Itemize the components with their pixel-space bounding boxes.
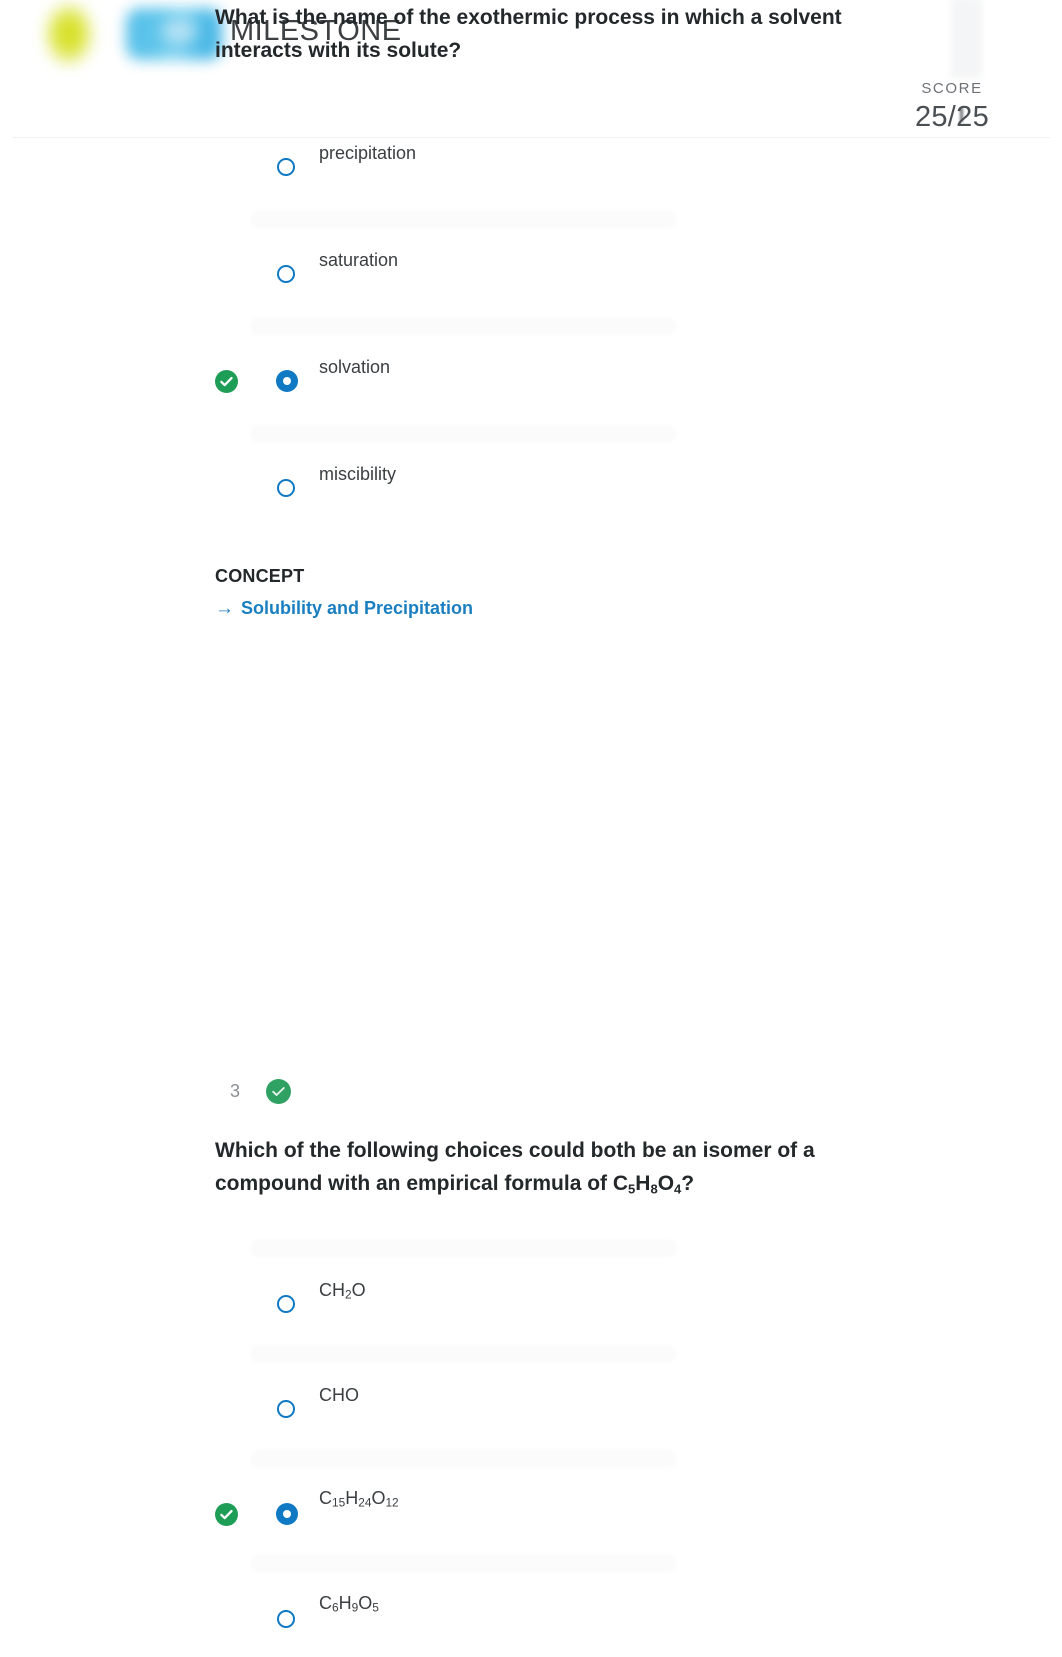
concept-link[interactable]: → Solubility and Precipitation (215, 598, 473, 619)
question-3-text-part1: Which of the following choices could bot… (215, 1139, 815, 1195)
concept-heading: CONCEPT (215, 566, 305, 586)
option-label: CHO (319, 1385, 359, 1405)
brand-logo-blue-highlight (162, 20, 196, 42)
option-row[interactable]: solvation (0, 352, 1062, 459)
score-value: 25/25 (914, 101, 990, 133)
radio-c6h9o5[interactable] (277, 1610, 295, 1628)
brand-logo-yellow-mark (44, 2, 94, 66)
option-row[interactable]: miscibility (0, 459, 1062, 519)
question-3-text: Which of the following choices could bot… (215, 1134, 855, 1205)
option-row[interactable]: C15H24O12 (0, 1447, 1062, 1552)
question-number: 3 (230, 1081, 241, 1101)
answer-options-question-3: CH2O CHO C15H24O12 C6H9O5 (0, 1237, 1062, 1657)
option-label: precipitation (319, 143, 417, 163)
option-row[interactable]: C6H9O5 (0, 1552, 1062, 1657)
correct-answer-badge (215, 1503, 238, 1526)
radio-solvation[interactable] (276, 370, 298, 392)
answer-options-previous: precipitation saturation solvation misci… (0, 138, 1062, 519)
question-status-badge (266, 1079, 292, 1104)
option-label: solvation (319, 357, 391, 377)
option-row[interactable]: precipitation (0, 138, 1062, 245)
option-separator-band (252, 1346, 675, 1361)
header-ghost-element (951, 0, 982, 78)
radio-miscibility[interactable] (277, 479, 295, 497)
radio-ch2o[interactable] (277, 1295, 295, 1313)
option-row[interactable]: saturation (0, 245, 1062, 352)
option-separator-band (252, 426, 675, 441)
radio-saturation[interactable] (277, 265, 295, 283)
option-label: miscibility (319, 464, 397, 484)
radio-precipitation[interactable] (277, 158, 295, 176)
question-previous-block: precipitation saturation solvation misci… (0, 138, 1062, 618)
option-separator-band (252, 319, 675, 334)
concept-link-label: Solubility and Precipitation (241, 598, 474, 618)
score-display: SCORE 25/25 (872, 80, 1032, 134)
check-icon (272, 1087, 285, 1096)
question-3-header: 3 (230, 1079, 292, 1104)
question-3-text-part2: H (635, 1172, 651, 1195)
correct-answer-badge (215, 370, 238, 393)
previous-question-text: What is the name of the exothermic proce… (215, 6, 842, 62)
results-content: precipitation saturation solvation misci… (0, 138, 1062, 1628)
check-icon (220, 376, 233, 387)
option-separator-band (252, 1556, 675, 1571)
option-row[interactable]: CH2O (0, 1237, 1062, 1342)
question-3-sub2: 8 (650, 1181, 658, 1197)
concept-section: CONCEPT → Solubility and Precipitation (215, 566, 473, 619)
question-3-text-part4: ? (681, 1172, 695, 1195)
question-3-text-part3: O (657, 1172, 675, 1195)
check-icon (220, 1509, 233, 1520)
option-separator-band (252, 212, 675, 227)
score-label: SCORE (921, 80, 983, 97)
radio-c15h24o12[interactable] (276, 1503, 298, 1525)
option-label: C15H24O12 (319, 1488, 399, 1510)
radio-cho[interactable] (277, 1400, 295, 1418)
arrow-right-icon: → (215, 598, 234, 619)
header-divider (12, 137, 1050, 138)
option-row[interactable]: CHO (0, 1342, 1062, 1447)
option-label: saturation (319, 250, 399, 270)
option-label: C6H9O5 (319, 1593, 379, 1615)
option-separator-band (252, 1451, 675, 1466)
option-separator-band (252, 1241, 675, 1256)
option-label: CH2O (319, 1280, 366, 1302)
